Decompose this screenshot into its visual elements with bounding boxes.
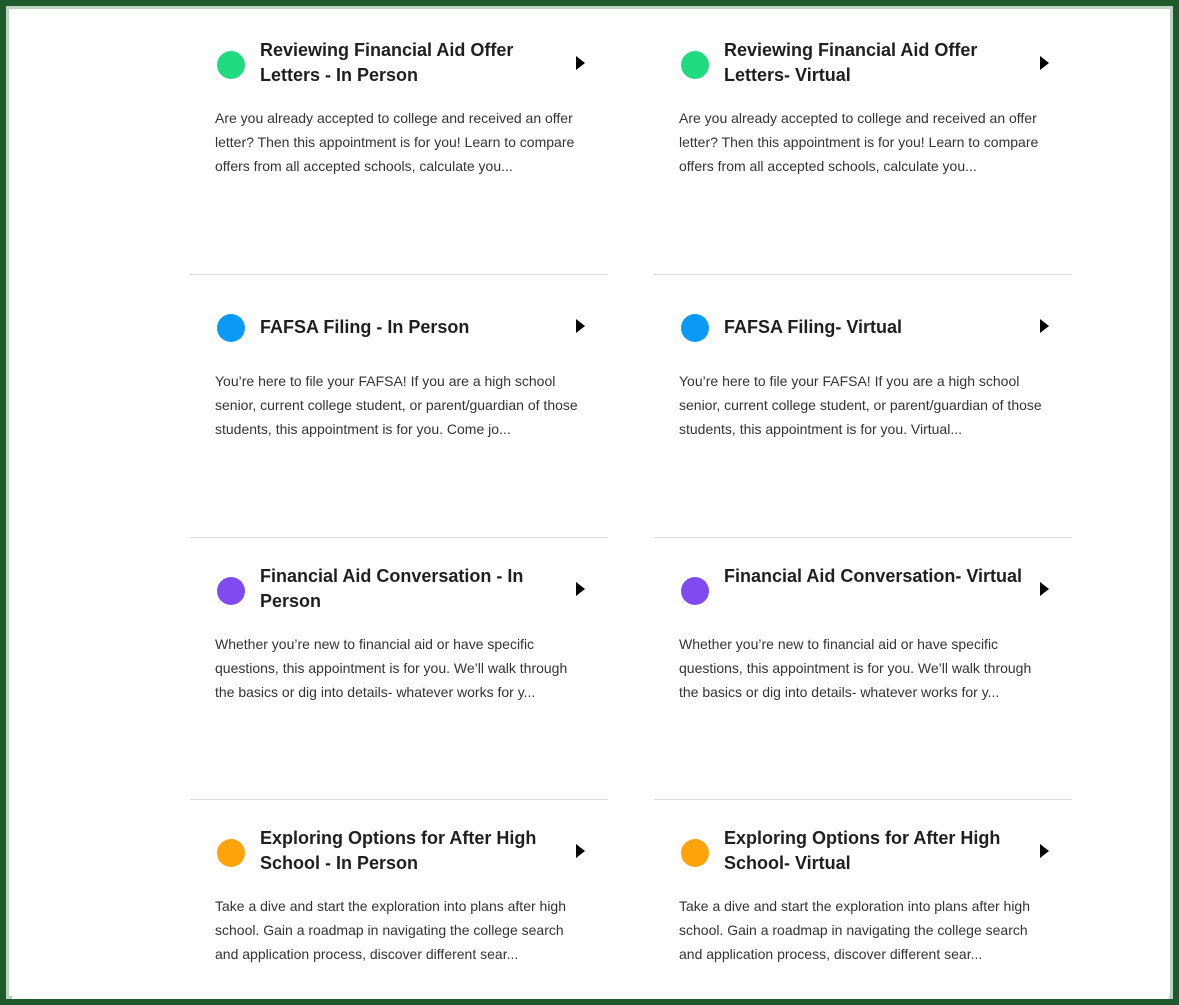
appointment-card[interactable]: Reviewing Financial Aid Offer Letters - …: [190, 12, 608, 272]
chevron-right-icon[interactable]: [576, 56, 585, 70]
appointment-header[interactable]: Exploring Options for After High School-…: [679, 826, 1059, 876]
chevron-right-icon[interactable]: [576, 319, 585, 333]
appointment-description: Take a dive and start the exploration in…: [215, 898, 566, 962]
appointment-title: Financial Aid Conversation- Virtual: [724, 566, 1023, 586]
appointment-header[interactable]: Exploring Options for After High School …: [215, 826, 595, 876]
appointment-title: Reviewing Financial Aid Offer Letters - …: [260, 40, 514, 85]
appointment-card[interactable]: Reviewing Financial Aid Offer Letters- V…: [654, 12, 1072, 272]
appointment-header[interactable]: Financial Aid Conversation- Virtual: [679, 564, 1059, 614]
appointment-header[interactable]: FAFSA Filing - In Person: [215, 301, 595, 351]
appointment-card[interactable]: Financial Aid Conversation- Virtual Whet…: [654, 537, 1072, 798]
appointment-list: Reviewing Financial Aid Offer Letters - …: [12, 12, 1169, 999]
appointment-title: Exploring Options for After High School-…: [724, 828, 1001, 873]
appointment-header[interactable]: Financial Aid Conversation - In Person: [215, 564, 595, 614]
chevron-right-icon[interactable]: [576, 844, 585, 858]
chevron-right-icon[interactable]: [1040, 56, 1049, 70]
circle-status-icon: [681, 314, 709, 342]
appointment-title: Exploring Options for After High School …: [260, 828, 537, 873]
appointment-card[interactable]: Financial Aid Conversation - In Person W…: [190, 537, 608, 798]
appointment-description: Whether you’re new to financial aid or h…: [215, 636, 568, 700]
appointment-description: You’re here to file your FAFSA! If you a…: [215, 373, 578, 437]
circle-status-icon: [217, 314, 245, 342]
appointment-description: Whether you’re new to financial aid or h…: [679, 636, 1032, 700]
appointment-title: Financial Aid Conversation - In Person: [260, 566, 524, 611]
circle-status-icon: [681, 51, 709, 79]
appointment-description: Are you already accepted to college and …: [679, 110, 1039, 174]
chevron-right-icon[interactable]: [576, 582, 585, 596]
appointment-description: Are you already accepted to college and …: [215, 110, 575, 174]
circle-status-icon: [217, 577, 245, 605]
appointment-header[interactable]: Reviewing Financial Aid Offer Letters - …: [215, 38, 595, 88]
circle-status-icon: [217, 51, 245, 79]
appointment-title: FAFSA Filing- Virtual: [724, 317, 903, 337]
appointment-title: Reviewing Financial Aid Offer Letters- V…: [724, 40, 978, 85]
appointment-title: FAFSA Filing - In Person: [260, 317, 470, 337]
appointment-card[interactable]: Exploring Options for After High School …: [190, 799, 608, 1000]
circle-status-icon: [681, 577, 709, 605]
chevron-right-icon[interactable]: [1040, 844, 1049, 858]
chevron-right-icon[interactable]: [1040, 582, 1049, 596]
appointment-header[interactable]: FAFSA Filing- Virtual: [679, 301, 1059, 351]
appointment-card[interactable]: Exploring Options for After High School-…: [654, 799, 1072, 1000]
circle-status-icon: [681, 839, 709, 867]
appointment-description: You’re here to file your FAFSA! If you a…: [679, 373, 1042, 437]
appointment-header[interactable]: Reviewing Financial Aid Offer Letters- V…: [679, 38, 1059, 88]
circle-status-icon: [217, 839, 245, 867]
appointment-description: Take a dive and start the exploration in…: [679, 898, 1030, 962]
appointment-card[interactable]: FAFSA Filing- Virtual You’re here to fil…: [654, 274, 1072, 535]
appointment-card[interactable]: FAFSA Filing - In Person You’re here to …: [190, 274, 608, 535]
chevron-right-icon[interactable]: [1040, 319, 1049, 333]
